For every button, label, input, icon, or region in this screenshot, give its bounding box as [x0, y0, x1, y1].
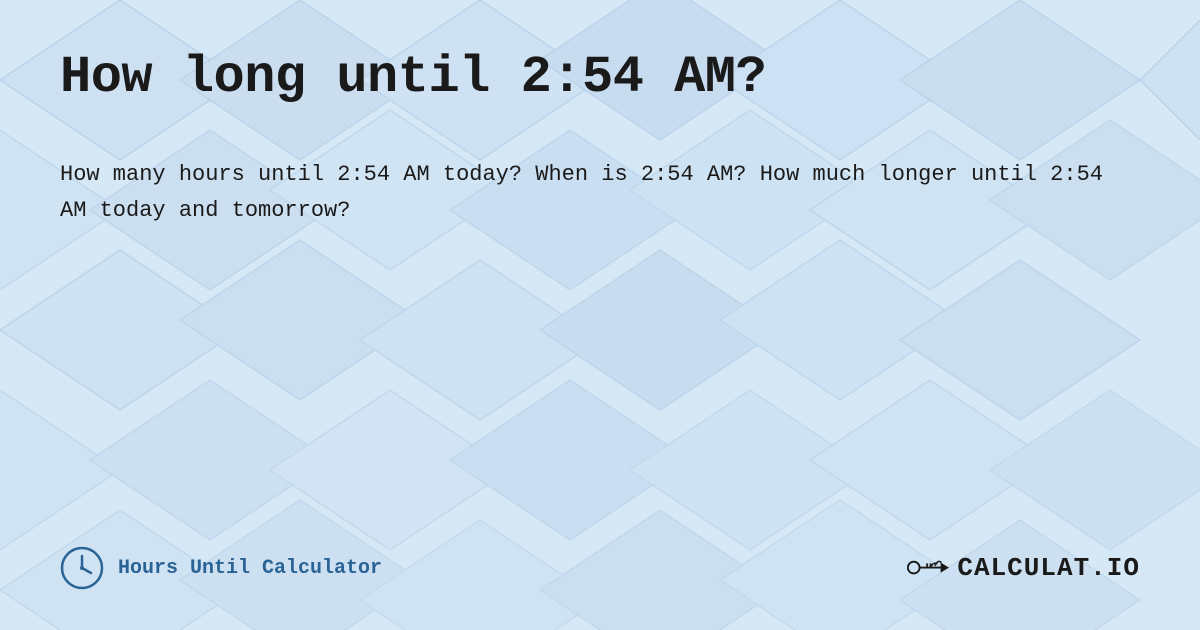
- footer: Hours Until Calculator CAL: [60, 526, 1140, 590]
- calculat-logo: CALCULAT.IO: [907, 549, 1140, 587]
- page-title: How long until 2:54 AM?: [60, 48, 1140, 107]
- calculat-brand-text: CALCULAT.IO: [957, 553, 1140, 583]
- description-text: How many hours until 2:54 AM today? When…: [60, 157, 1120, 230]
- footer-brand-label: Hours Until Calculator: [118, 557, 382, 580]
- hand-pointer-icon: [907, 549, 949, 587]
- footer-right: CALCULAT.IO: [907, 549, 1140, 587]
- main-content: How long until 2:54 AM? How many hours u…: [60, 48, 1140, 526]
- content-wrapper: How long until 2:54 AM? How many hours u…: [0, 0, 1200, 630]
- footer-left: Hours Until Calculator: [60, 546, 382, 590]
- clock-icon: [60, 546, 104, 590]
